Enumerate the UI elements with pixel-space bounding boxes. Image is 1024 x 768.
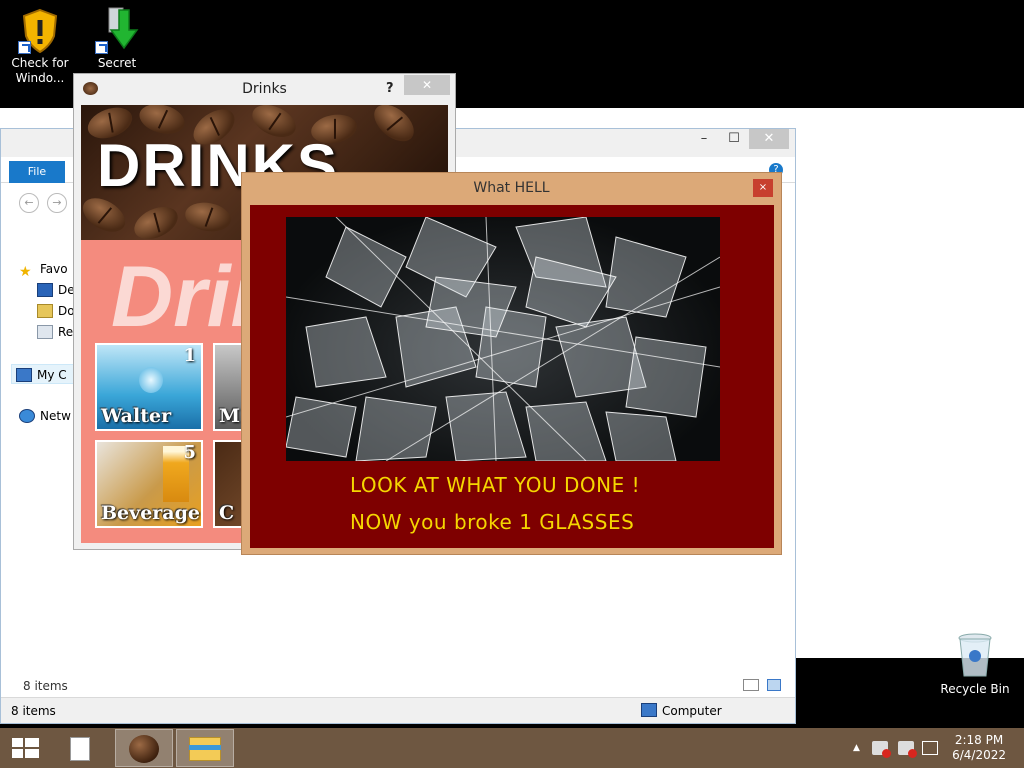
desktop-icon-secret[interactable]: Secret [77, 6, 157, 71]
shield-warning-icon [18, 6, 62, 54]
back-arrow-icon[interactable]: ← [19, 193, 39, 213]
help-button[interactable]: ? [386, 74, 394, 104]
taskbar-drinks-button[interactable] [115, 729, 173, 767]
desktop-icon-label: Windo... [15, 71, 65, 85]
forward-arrow-icon[interactable]: → [47, 193, 67, 213]
close-button[interactable]: ✕ [404, 75, 450, 95]
desktop-icon [37, 283, 53, 297]
start-button[interactable] [0, 729, 52, 767]
taskbar: ▲ 2:18 PM 6/4/2022 [0, 728, 1024, 768]
nav-item-desktop[interactable]: De [37, 280, 75, 300]
shortcut-arrow-icon [95, 41, 108, 54]
network-icon[interactable] [922, 741, 938, 755]
action-center-flag-icon[interactable] [898, 741, 917, 758]
desktop-icon-label: Check for [11, 56, 69, 70]
coffee-bean-icon [129, 735, 159, 763]
close-button[interactable]: ✕ [749, 129, 789, 149]
recent-places-icon [37, 325, 53, 339]
star-icon: ★ [19, 264, 32, 279]
desktop-icon-recycle-bin[interactable]: Recycle Bin [940, 632, 1010, 696]
network-icon [19, 409, 35, 423]
system-clock[interactable]: 2:18 PM 6/4/2022 [952, 733, 1006, 763]
recycle-bin-label: Recycle Bin [940, 682, 1010, 696]
file-tab[interactable]: File [9, 161, 65, 183]
tile-label: M [219, 405, 241, 427]
dialog-titlebar: What HELL × [242, 173, 781, 203]
status-location: Computer [662, 704, 722, 718]
nav-item-my-computer[interactable]: My C [11, 364, 81, 384]
desktop-icon-label: Secret [97, 56, 137, 70]
downloads-folder-icon [37, 304, 53, 318]
blank-file-icon [70, 737, 90, 761]
broken-glass-image [286, 217, 720, 461]
shortcut-arrow-icon [18, 41, 31, 54]
minimize-button[interactable]: – [689, 129, 719, 149]
tile-label: Walter [101, 405, 172, 427]
drinks-titlebar: Drinks ? ✕ [74, 74, 455, 104]
dialog-content: LOOK AT WHAT YOU DONE ! NOW you broke 1 … [250, 205, 774, 548]
dialog-message-line2: NOW you broke 1 GLASSES [350, 510, 635, 534]
computer-icon [641, 703, 657, 717]
show-hidden-icons-chevron-icon[interactable]: ▲ [853, 743, 860, 753]
items-count-inner: 8 items [23, 679, 68, 693]
clock-date: 6/4/2022 [952, 748, 1006, 762]
tile-label: Beverage [101, 502, 200, 524]
large-icons-view-icon[interactable] [767, 679, 781, 691]
nav-item-downloads[interactable]: Do [37, 301, 75, 321]
details-view-icon[interactable] [743, 679, 759, 691]
volume-muted-icon[interactable] [872, 741, 891, 758]
status-item-count: 8 items [11, 704, 56, 718]
recycle-bin-icon [957, 632, 993, 678]
desktop-icon-check-for-windows-updates[interactable]: Check for Windo... [0, 6, 80, 86]
statusbar: 8 items Computer [1, 697, 795, 723]
dialog-message-line1: LOOK AT WHAT YOU DONE ! [350, 473, 641, 497]
tile-label: C [219, 502, 235, 524]
maximize-button[interactable]: ☐ [719, 129, 749, 149]
coffee-bean-icon [83, 82, 98, 95]
computer-icon [16, 368, 32, 382]
drink-tile-water[interactable]: 1 Walter [95, 343, 203, 431]
drinks-window-title: Drinks [242, 81, 287, 97]
download-arrow-icon [95, 6, 139, 54]
water-drop-icon [139, 367, 163, 393]
clock-time: 2:18 PM [954, 733, 1004, 747]
nav-item-network[interactable]: Netw [19, 406, 71, 426]
drink-tile-beverage[interactable]: 5 Beverage [95, 440, 203, 528]
taskbar-explorer-button[interactable] [176, 729, 234, 767]
nav-item-favorites[interactable]: ★ Favo [19, 259, 68, 279]
dialog-title: What HELL [473, 180, 550, 196]
taskbar-file-button[interactable] [54, 729, 112, 767]
close-button[interactable]: × [753, 179, 773, 197]
what-hell-dialog: What HELL × LOOK AT WHAT YOU DONE ! NOW … [241, 172, 782, 555]
nav-item-recent[interactable]: Re [37, 322, 73, 342]
windows-logo-icon [12, 738, 39, 758]
